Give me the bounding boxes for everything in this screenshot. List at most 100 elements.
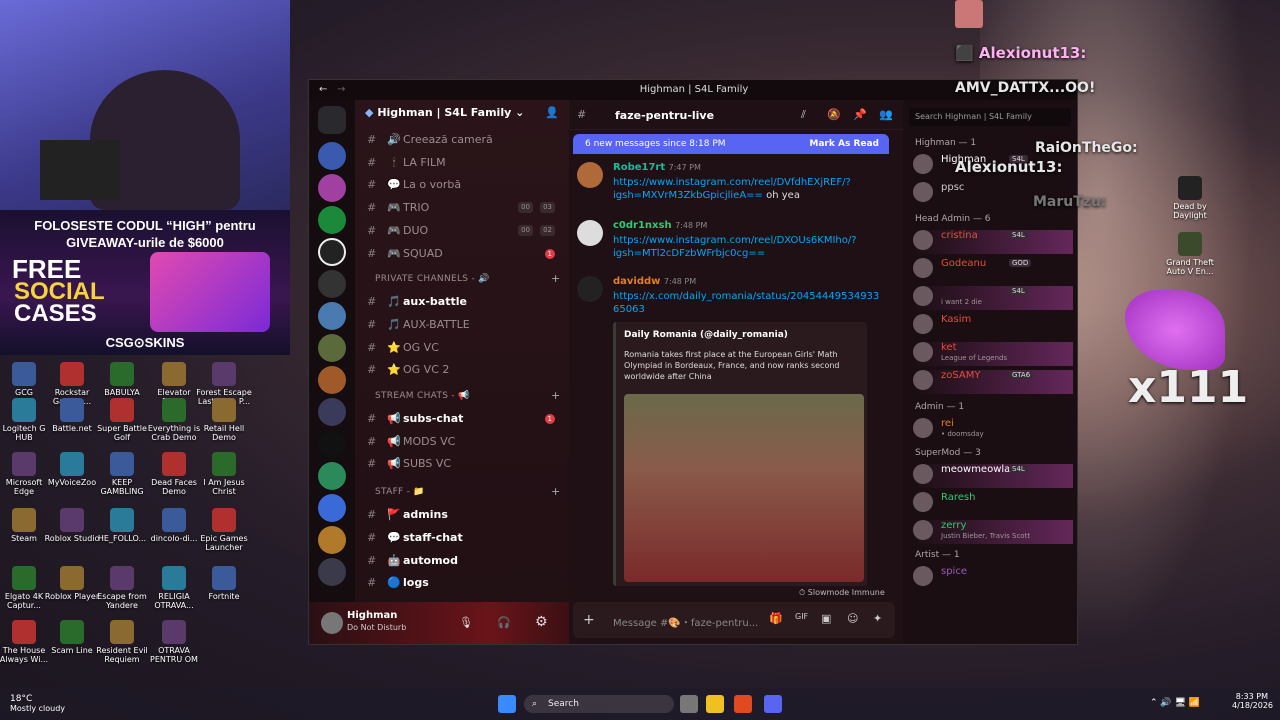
message-text[interactable]: https://x.com/daily_romania/status/20454… (613, 290, 881, 316)
desktop-icon[interactable]: Epic Games Launcher (196, 508, 252, 552)
search-input[interactable]: ⌕ Search (524, 695, 674, 713)
task-view-icon[interactable] (680, 695, 698, 713)
channel-item[interactable]: # 💬 La o vorbă (367, 175, 563, 195)
forward-arrow-icon[interactable]: → (337, 80, 345, 100)
message-author[interactable]: Robe17rt 7:47 PM (613, 162, 701, 173)
add-channel-icon[interactable]: + (551, 272, 560, 285)
member-item[interactable]: meowmeowlas... S4L (913, 464, 1073, 488)
sticker-icon[interactable]: ▣ (821, 612, 831, 625)
channel-item[interactable]: # 🎵 aux-battle (367, 292, 563, 312)
server-icon[interactable] (318, 526, 346, 554)
channel-item[interactable]: # 🚩 admins (367, 505, 563, 525)
clock[interactable]: 8:33 PM 4/18/2026 (1232, 692, 1273, 710)
desktop-icon[interactable]: Fortnite (196, 566, 252, 601)
server-icon[interactable] (318, 206, 346, 234)
server-name[interactable]: ◆ Highman | S4L Family ⌄ (365, 106, 524, 119)
server-icon[interactable] (318, 334, 346, 362)
message-author[interactable]: daviddw 7:48 PM (613, 276, 696, 287)
server-icon[interactable] (318, 302, 346, 330)
channel-category[interactable]: STAFF - 📁 (375, 487, 425, 497)
server-icon[interactable] (318, 558, 346, 586)
add-channel-icon[interactable]: + (551, 485, 560, 498)
pin-icon[interactable]: 📌 (853, 108, 867, 121)
avatar[interactable] (577, 276, 603, 302)
members-icon[interactable]: 👥 (879, 108, 893, 121)
server-icon[interactable] (318, 174, 346, 202)
avatar[interactable] (321, 612, 343, 634)
desktop-icon[interactable]: BABULYA (94, 362, 150, 397)
message-text[interactable]: https://www.instagram.com/reel/DXOUs6KMI… (613, 234, 863, 260)
emoji-icon[interactable]: ☺ (847, 612, 858, 625)
server-icon[interactable] (318, 398, 346, 426)
channel-item[interactable]: # 📢 SUBS VC (367, 454, 563, 474)
message-input[interactable]: Message #🎨・faze-pentru... (613, 614, 758, 629)
gear-icon[interactable]: ⚙ (535, 614, 548, 630)
desktop-icon[interactable]: KEEP GAMBLING (94, 452, 150, 496)
microphone-icon[interactable]: 🎙 (459, 616, 473, 629)
desktop-icon[interactable]: Super Battle Golf (94, 398, 150, 442)
new-messages-bar[interactable]: 6 new messages since 8:18 PM Mark As Rea… (573, 134, 889, 154)
avatar[interactable] (577, 220, 603, 246)
channel-item[interactable]: # 📢 MODS VC (367, 432, 563, 452)
discord-home-icon[interactable] (318, 106, 346, 134)
add-attachment-icon[interactable]: + (583, 612, 595, 628)
channel-item[interactable]: # 🎮 DUO 00 02 (367, 221, 563, 241)
channel-item[interactable]: # 🎵 AUX-BATTLE (367, 315, 563, 335)
desktop-icon[interactable]: Roblox Player (44, 566, 100, 601)
avatar[interactable] (577, 162, 603, 188)
gif-icon[interactable]: GIF (795, 612, 808, 621)
member-item[interactable]: rei • doomsday (913, 418, 1073, 442)
file-explorer-icon[interactable] (706, 695, 724, 713)
desktop-icon[interactable]: Battle.net (44, 398, 100, 433)
channel-category[interactable]: STREAM CHATS - 📢 (375, 391, 470, 401)
desktop-icon[interactable]: RELIGIA OTRAVA... (146, 566, 202, 610)
desktop-icon[interactable]: Retail Hell Demo (196, 398, 252, 442)
channel-item[interactable]: # 💬 staff-chat (367, 528, 563, 548)
channel-item[interactable]: # ⭐ OG VC (367, 338, 563, 358)
desktop-icon[interactable]: Dead Faces Demo (146, 452, 202, 496)
desktop-icon[interactable]: Escape from Yandere (94, 566, 150, 610)
channel-item[interactable]: # 🎮 SQUAD 1 (367, 244, 563, 264)
server-icon[interactable] (318, 142, 346, 170)
channel-item[interactable]: # 📢 subs-chat 1 (367, 409, 563, 429)
channel-item[interactable]: # 🕯 LA FILM (367, 153, 563, 173)
server-icon[interactable] (318, 430, 346, 458)
discord-icon[interactable] (764, 695, 782, 713)
embed-source[interactable]: Daily Romania (@daily_romania) (624, 330, 788, 340)
desktop-icon[interactable]: dincolo-di... (146, 508, 202, 543)
desktop-icon[interactable]: OTRAVA PENTRU OM (146, 620, 202, 664)
channel-item[interactable]: # 🎮 TRIO 00 03 (367, 198, 563, 218)
desktop-icon[interactable]: I Am Jesus Christ (196, 452, 252, 496)
message-text[interactable]: https://www.instagram.com/reel/DVfdhEXjR… (613, 176, 863, 202)
desktop-icon[interactable]: HE_FOLLO... (94, 508, 150, 543)
brave-icon[interactable] (734, 695, 752, 713)
desktop-icon[interactable]: Scam Line (44, 620, 100, 655)
member-item[interactable]: Godeanu GOD (913, 258, 1073, 282)
member-item[interactable]: Kasim (913, 314, 1073, 338)
add-channel-icon[interactable]: + (551, 389, 560, 402)
member-item[interactable]: zerry Justin Bieber, Travis Scott (913, 520, 1073, 544)
back-arrow-icon[interactable]: ← (319, 80, 327, 100)
member-item[interactable]: S4L i want 2 die (913, 286, 1073, 310)
member-item[interactable]: ket League of Legends (913, 342, 1073, 366)
server-icon[interactable] (318, 270, 346, 298)
member-item[interactable]: zoSAMY GTA6 (913, 370, 1073, 394)
message-author[interactable]: c0dr1nxsh 7:48 PM (613, 220, 707, 231)
channel-category[interactable]: PRIVATE CHANNELS - 🔊 (375, 274, 490, 284)
channel-item[interactable]: # 🔊 Creează cameră (367, 130, 563, 150)
desktop-icon[interactable]: MyVoiceZoo (44, 452, 100, 487)
threads-icon[interactable]: ⫽ (801, 108, 806, 122)
mark-as-read-button[interactable]: Mark As Read (809, 134, 879, 154)
desktop-icon[interactable]: Everything is Crab Demo (146, 398, 202, 442)
member-item[interactable]: spice (913, 566, 1073, 590)
channel-item[interactable]: # 🤖 automod (367, 551, 563, 571)
headphones-icon[interactable]: 🎧 (497, 616, 511, 629)
add-user-icon[interactable]: 👤 (545, 106, 559, 119)
desktop-icon[interactable]: Roblox Studio (44, 508, 100, 543)
mute-icon[interactable]: 🔕 (827, 108, 841, 121)
member-item[interactable]: Raresh (913, 492, 1073, 516)
desktop-icon[interactable]: Resident Evil Requiem (94, 620, 150, 664)
apps-icon[interactable]: ✦ (873, 612, 882, 625)
gift-icon[interactable]: 🎁 (769, 612, 783, 625)
channel-item[interactable]: # 🔵 logs (367, 573, 563, 593)
